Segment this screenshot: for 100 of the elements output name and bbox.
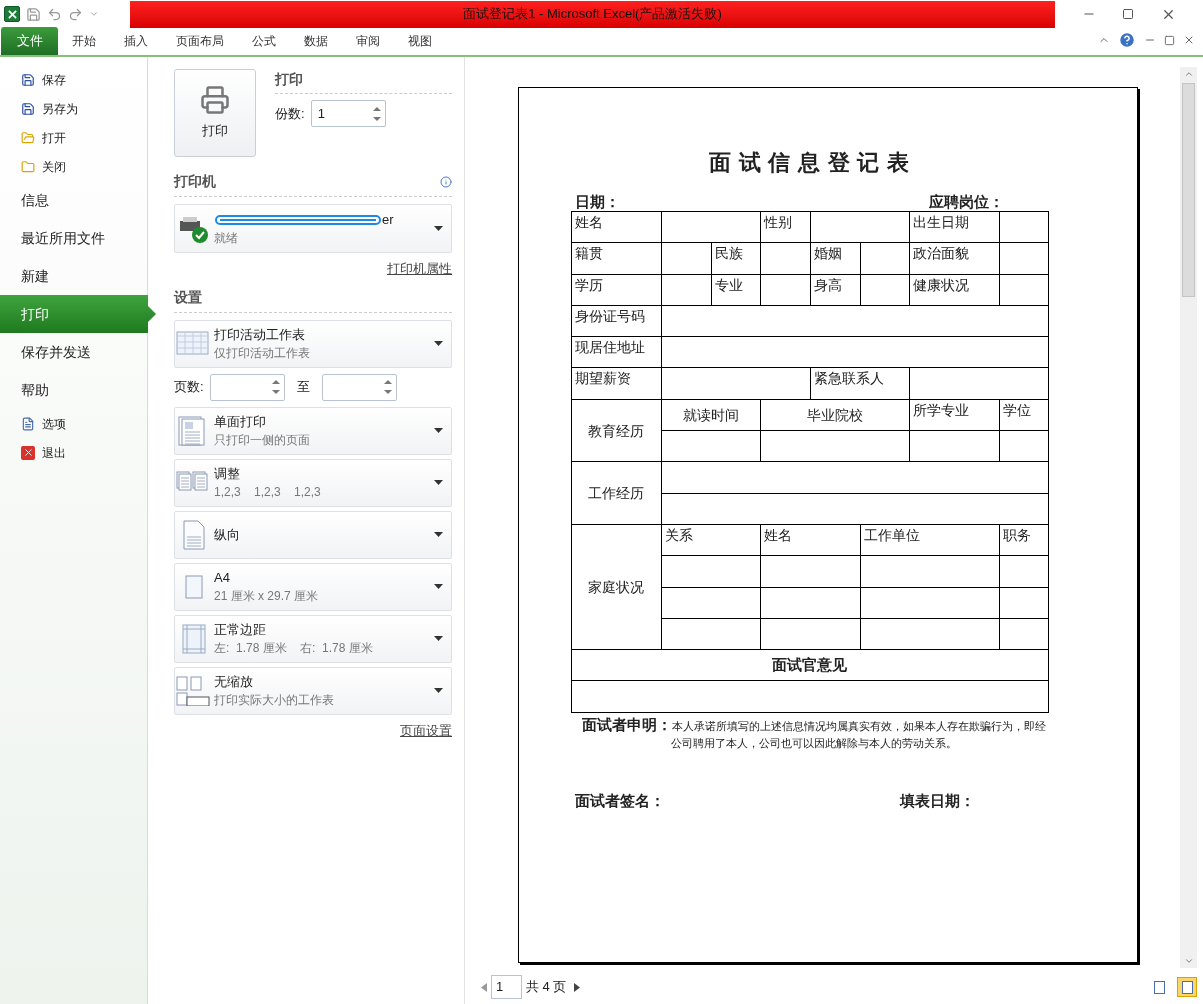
page-to-field[interactable] xyxy=(321,373,397,401)
option-description: 21 厘米 x 29.7 厘米 xyxy=(214,588,320,606)
menu-tab[interactable]: 打印 xyxy=(0,295,156,333)
settings-dropdown[interactable]: 纵向 xyxy=(174,510,452,559)
ribbon-tab[interactable]: 审阅 xyxy=(342,27,394,55)
option-description: 1,2,3 1,2,3 1,2,3 xyxy=(214,484,322,502)
settings-dropdown[interactable]: 单面打印 只打印一侧的页面 xyxy=(174,406,452,455)
printer-icon xyxy=(200,85,230,116)
table-cell: 健康状况 xyxy=(909,274,999,306)
copies-label: 份数: xyxy=(275,104,305,123)
section-heading: 打印 xyxy=(275,69,452,94)
page-from-field[interactable] xyxy=(209,373,285,401)
ribbon-tab[interactable]: 数据 xyxy=(290,27,342,55)
table-cell: 紧急联系人 xyxy=(810,368,909,400)
maximize-icon[interactable] xyxy=(1122,8,1135,20)
option-title: A4 xyxy=(214,568,231,587)
save-icon xyxy=(21,101,35,116)
pages-label: 页数: xyxy=(174,378,204,397)
position-label: 应聘岗位： xyxy=(928,193,1004,211)
table-cell xyxy=(661,242,711,275)
table-cell xyxy=(760,274,810,306)
excel-logo-icon[interactable] xyxy=(4,6,20,22)
save-icon[interactable] xyxy=(26,6,41,22)
menu-tab[interactable]: 最近所用文件 xyxy=(0,219,147,257)
next-page-icon[interactable] xyxy=(574,982,581,992)
ribbon-tab[interactable]: 开始 xyxy=(58,27,110,55)
table-cell: 身份证号码 xyxy=(571,305,661,337)
declaration-text: 面试者申明：本人承诺所填写的上述信息情况均属真实有效，如果本人存在欺骗行为，即经公司聘用了本人，公司也可以因此解除与本人的劳动关系。 xyxy=(580,716,1047,752)
menu-tab[interactable]: 信息 xyxy=(0,181,147,219)
option-title: 纵向 xyxy=(214,525,241,544)
table-cell: 性别 xyxy=(760,211,810,243)
page-number-field[interactable]: 1 xyxy=(491,975,522,999)
help-icon[interactable] xyxy=(1118,31,1136,49)
customize-toolbar-icon[interactable] xyxy=(89,9,99,19)
undo-icon[interactable] xyxy=(47,6,62,22)
table-cell xyxy=(661,274,711,306)
menu-command[interactable]: 另存为 xyxy=(0,94,147,123)
settings-dropdown[interactable]: 无缩放 打印实际大小的工作表 xyxy=(174,666,452,715)
settings-dropdown[interactable]: 调整 1,2,3 1,2,3 1,2,3 xyxy=(174,458,452,507)
ribbon-tab[interactable]: 文件 xyxy=(1,27,58,55)
table-cell: 姓名 xyxy=(760,524,860,556)
menu-command[interactable]: 打开 xyxy=(0,123,147,152)
menu-command[interactable]: 退出 xyxy=(0,438,147,467)
table-cell: 期望薪资 xyxy=(571,368,661,400)
dropdown-caret-icon xyxy=(434,341,443,346)
folder-icon xyxy=(21,159,35,174)
table-cell: 学位 xyxy=(999,399,1048,431)
ribbon-tab[interactable]: 插入 xyxy=(110,27,162,55)
page-count: 共 4 页 xyxy=(526,978,567,997)
printer-dropdown[interactable]: er 就绪 xyxy=(174,204,452,253)
option-title: 打印活动工作表 xyxy=(214,325,306,344)
option-title: 无缩放 xyxy=(214,672,254,691)
table-cell: 所学专业 xyxy=(909,399,999,431)
document-icon xyxy=(21,416,35,431)
table-cell xyxy=(999,211,1048,243)
option-description: 打印实际大小的工作表 xyxy=(214,692,335,710)
vertical-scrollbar[interactable] xyxy=(1180,67,1197,968)
table-cell: 职务 xyxy=(999,524,1048,556)
ribbon-tab[interactable]: 视图 xyxy=(394,27,446,55)
table-cell xyxy=(999,587,1048,619)
scaling-icon xyxy=(176,675,210,706)
page-setup-link[interactable]: 页面设置 xyxy=(400,720,452,740)
menu-command[interactable]: 关闭 xyxy=(0,152,147,181)
dropdown-caret-icon xyxy=(434,584,443,589)
ribbon-tab[interactable]: 页面布局 xyxy=(162,27,238,55)
settings-dropdown[interactable]: A4 21 厘米 x 29.7 厘米 xyxy=(174,562,452,611)
option-description: 左: 1.78 厘米 右: 1.78 厘米 xyxy=(214,640,374,658)
menu-tab[interactable]: 新建 xyxy=(0,257,147,295)
option-description: 只打印一侧的页面 xyxy=(214,432,311,450)
table-cell xyxy=(999,618,1048,650)
menu-command[interactable]: 选项 xyxy=(0,409,147,438)
copies-field[interactable]: 1 xyxy=(310,100,386,127)
ribbon-tab[interactable]: 公式 xyxy=(238,27,290,55)
printer-properties-link[interactable]: 打印机属性 xyxy=(387,259,452,279)
table-cell: 学历 xyxy=(571,274,661,306)
settings-dropdown[interactable]: 打印活动工作表 仅打印活动工作表 xyxy=(174,319,452,368)
table-cell: 婚姻 xyxy=(810,242,860,275)
info-icon[interactable] xyxy=(440,175,452,188)
previous-page-icon[interactable] xyxy=(481,982,487,992)
table-cell: 毕业院校 xyxy=(760,399,909,431)
menu-command[interactable]: 保存 xyxy=(0,65,147,94)
folder-icon xyxy=(21,130,35,145)
section-heading: 打印机 xyxy=(174,172,216,191)
section-heading: 设置 xyxy=(174,286,452,313)
spinner-arrows-icon xyxy=(383,377,392,397)
table-cell xyxy=(760,242,810,275)
print-button[interactable]: 打印 xyxy=(174,69,256,157)
restore-icon[interactable] xyxy=(1164,34,1175,46)
settings-dropdown[interactable]: 正常边距 左: 1.78 厘米 右: 1.78 厘米 xyxy=(174,614,452,663)
table-cell: 民族 xyxy=(711,242,760,275)
view-toggle-button[interactable] xyxy=(1177,977,1197,997)
table-cell: 工作单位 xyxy=(860,524,999,556)
table-cell: 籍贯 xyxy=(571,242,661,275)
menu-tab[interactable]: 帮助 xyxy=(0,371,147,409)
close-icon[interactable] xyxy=(1183,34,1195,46)
menu-tab[interactable]: 保存并发送 xyxy=(0,333,147,371)
scroll-thumb[interactable] xyxy=(1182,83,1195,297)
redo-icon[interactable] xyxy=(68,6,83,22)
to-label: 至 xyxy=(296,378,310,397)
dropdown-caret-icon xyxy=(434,428,443,433)
